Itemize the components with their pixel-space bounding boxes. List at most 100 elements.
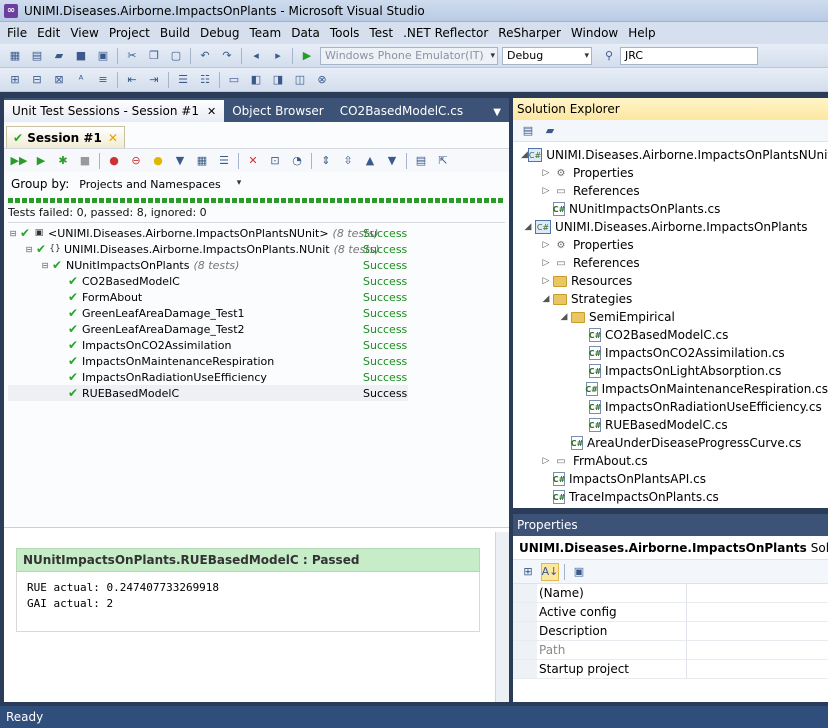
next-bookmark-icon[interactable]: ◨ [269,71,287,89]
arrow-down-icon[interactable]: ▼ [383,152,401,170]
property-row[interactable]: Path [513,641,828,660]
property-row[interactable]: Startup project [513,660,828,679]
tab-co2basedmodelc[interactable]: CO2BasedModelC.cs [332,100,471,122]
solution-item[interactable]: ◢ C# UNIMI.Diseases.Airborne.ImpactsOnPlan… [513,218,828,236]
solution-item[interactable]: C# AreaUnderDiseaseProgressCurve.cs [513,434,828,452]
alphabetical-icon[interactable]: A↓ [541,562,559,581]
menu-item-window[interactable]: Window [566,26,623,40]
show-failed-icon[interactable]: ⊖ [127,152,145,170]
close-icon[interactable]: ✕ [207,105,216,118]
solution-item[interactable]: ▷ ▭ References [513,254,828,272]
test-row[interactable]: ⊟ ✔ ▣ <UNIMI.Diseases.Airborne.ImpactsOnPla… [8,225,505,241]
solution-item[interactable]: ◢ SemiEmpirical [513,308,828,326]
collapse-icon[interactable]: ⊟ [40,261,50,270]
collapse-icon[interactable]: ◢ [521,222,535,232]
solution-item[interactable]: ◢ Strategies [513,290,828,308]
find-in-files-icon[interactable]: ⚲ [600,47,618,65]
import-icon[interactable]: ⊡ [266,152,284,170]
clear-bookmarks-icon[interactable]: ⊗ [313,71,331,89]
solution-item[interactable]: C# ImpactsOnPlantsAPI.cs [513,470,828,488]
show-ignored-icon[interactable]: ● [149,152,167,170]
test-row[interactable]: ✔ ImpactsOnRadiationUseEfficiency Success [8,369,505,385]
expand-icon[interactable]: ▷ [539,258,553,268]
test-row[interactable]: ⊟ ✔{} UNIMI.Diseases.Airborne.ImpactsOnPla… [8,241,505,257]
test-row[interactable]: ⊟ ✔ NUnitImpactsOnPlants (8 tests) Success [8,257,505,273]
collapse-icon[interactable]: ◢ [539,294,553,304]
menu-item-netreflector[interactable]: .NET Reflector [398,26,493,40]
expand-icon[interactable]: ▷ [539,240,553,250]
properties-object-selector[interactable]: UNIMI.Diseases.Airborne.ImpactsOnPlants … [513,536,828,560]
group-by-select[interactable]: Projects and Namespaces ▾ [75,175,243,193]
increase-indent-icon[interactable]: ⇥ [145,71,163,89]
menu-item-team[interactable]: Team [244,26,286,40]
decrease-indent-icon[interactable]: ⇤ [123,71,141,89]
comment-icon[interactable]: ☰ [174,71,192,89]
tab-unit-test-sessions[interactable]: Unit Test Sessions - Session #1 ✕ [4,100,225,122]
show-all-files-icon[interactable]: ▰ [541,122,559,140]
expand-icon[interactable]: ▷ [539,456,553,466]
toolbar-button-icon[interactable]: ⊞ [6,71,24,89]
debug-icon[interactable]: ✱ [54,152,72,170]
layout-icon[interactable]: ▤ [412,152,430,170]
start-debugging-icon[interactable]: ▶ [298,47,316,65]
filter-icon[interactable]: ▼ [171,152,189,170]
navigate-forward-icon[interactable]: ▸ [269,47,287,65]
test-row[interactable]: ✔ FormAbout Success [8,289,505,305]
menu-item-data[interactable]: Data [286,26,325,40]
menu-item-tools[interactable]: Tools [325,26,365,40]
redo-icon[interactable]: ↷ [218,47,236,65]
paste-icon[interactable]: ▢ [167,47,185,65]
add-item-icon[interactable]: ▤ [28,47,46,65]
save-icon[interactable]: ■ [72,47,90,65]
collapse-icon[interactable]: ⊟ [8,229,18,238]
copy-icon[interactable]: ❐ [145,47,163,65]
remove-icon[interactable]: ✕ [244,152,262,170]
test-row[interactable]: ✔ GreenLeafAreaDamage_Test1 Success [8,305,505,321]
toolbar-button-icon[interactable]: ≡ [94,71,112,89]
configuration-select[interactable]: Debug ▾ [502,46,592,65]
undo-icon[interactable]: ↶ [196,47,214,65]
new-project-icon[interactable]: ▦ [6,47,24,65]
test-row[interactable]: ✔ GreenLeafAreaDamage_Test2 Success [8,321,505,337]
navigate-back-icon[interactable]: ◂ [247,47,265,65]
prev-bookmark-icon[interactable]: ◧ [247,71,265,89]
collapse-icon[interactable]: ⊟ [24,245,34,254]
menu-item-debug[interactable]: Debug [195,26,244,40]
uncomment-icon[interactable]: ☷ [196,71,214,89]
test-row[interactable]: ✔ ImpactsOnCO2Assimilation Success [8,337,505,353]
show-all-icon[interactable]: ● [105,152,123,170]
stop-icon[interactable]: ■ [76,152,94,170]
toggle-bookmark-icon[interactable]: ◫ [291,71,309,89]
expand-icon[interactable]: ▷ [539,276,553,286]
run-icon[interactable]: ▶ [32,152,50,170]
vertical-scrollbar[interactable] [495,532,509,702]
run-all-icon[interactable]: ▶▶ [10,152,28,170]
toolbar-button-icon[interactable]: ᴬ [72,71,90,89]
tab-object-browser[interactable]: Object Browser [224,100,332,122]
test-row[interactable]: ✔ RUEBasedModelC Success [8,385,408,401]
solution-item[interactable]: C# TraceImpactsOnPlants.cs [513,488,828,506]
solution-item[interactable]: C# ImpactsOnMaintenanceRespiration.cs [513,380,828,398]
solution-item[interactable]: C# ImpactsOnCO2Assimilation.cs [513,344,828,362]
collapse-icon[interactable]: ◢ [521,150,528,160]
solution-item[interactable]: ◢ C# UNIMI.Diseases.Airborne.ImpactsOnPlan… [513,146,828,164]
toolbar-button-icon[interactable]: ⊟ [28,71,46,89]
clock-icon[interactable]: ◔ [288,152,306,170]
tab-session-1[interactable]: ✔ Session #1 ✕ [6,126,125,148]
categorized-icon[interactable]: ⊞ [519,563,537,581]
tab-list-dropdown-icon[interactable]: ▼ [485,107,509,122]
menu-item-view[interactable]: View [65,26,103,40]
save-all-icon[interactable]: ▣ [94,47,112,65]
solution-item[interactable]: ▷ ⚙ Properties [513,236,828,254]
export-icon[interactable]: ⇱ [434,152,452,170]
bookmark-icon[interactable]: ▭ [225,71,243,89]
menu-item-test[interactable]: Test [364,26,398,40]
property-row[interactable]: (Name) [513,584,828,603]
collapse-icon[interactable]: ◢ [557,312,571,322]
solution-item[interactable]: C# ImpactsOnLightAbsorption.cs [513,362,828,380]
output-icon[interactable]: ☰ [215,152,233,170]
arrow-up-icon[interactable]: ▲ [361,152,379,170]
menu-item-file[interactable]: File [2,26,32,40]
test-row[interactable]: ✔ ImpactsOnMaintenanceRespiration Success [8,353,505,369]
solution-item[interactable]: C# ImpactsOnRadiationUseEfficiency.cs [513,398,828,416]
